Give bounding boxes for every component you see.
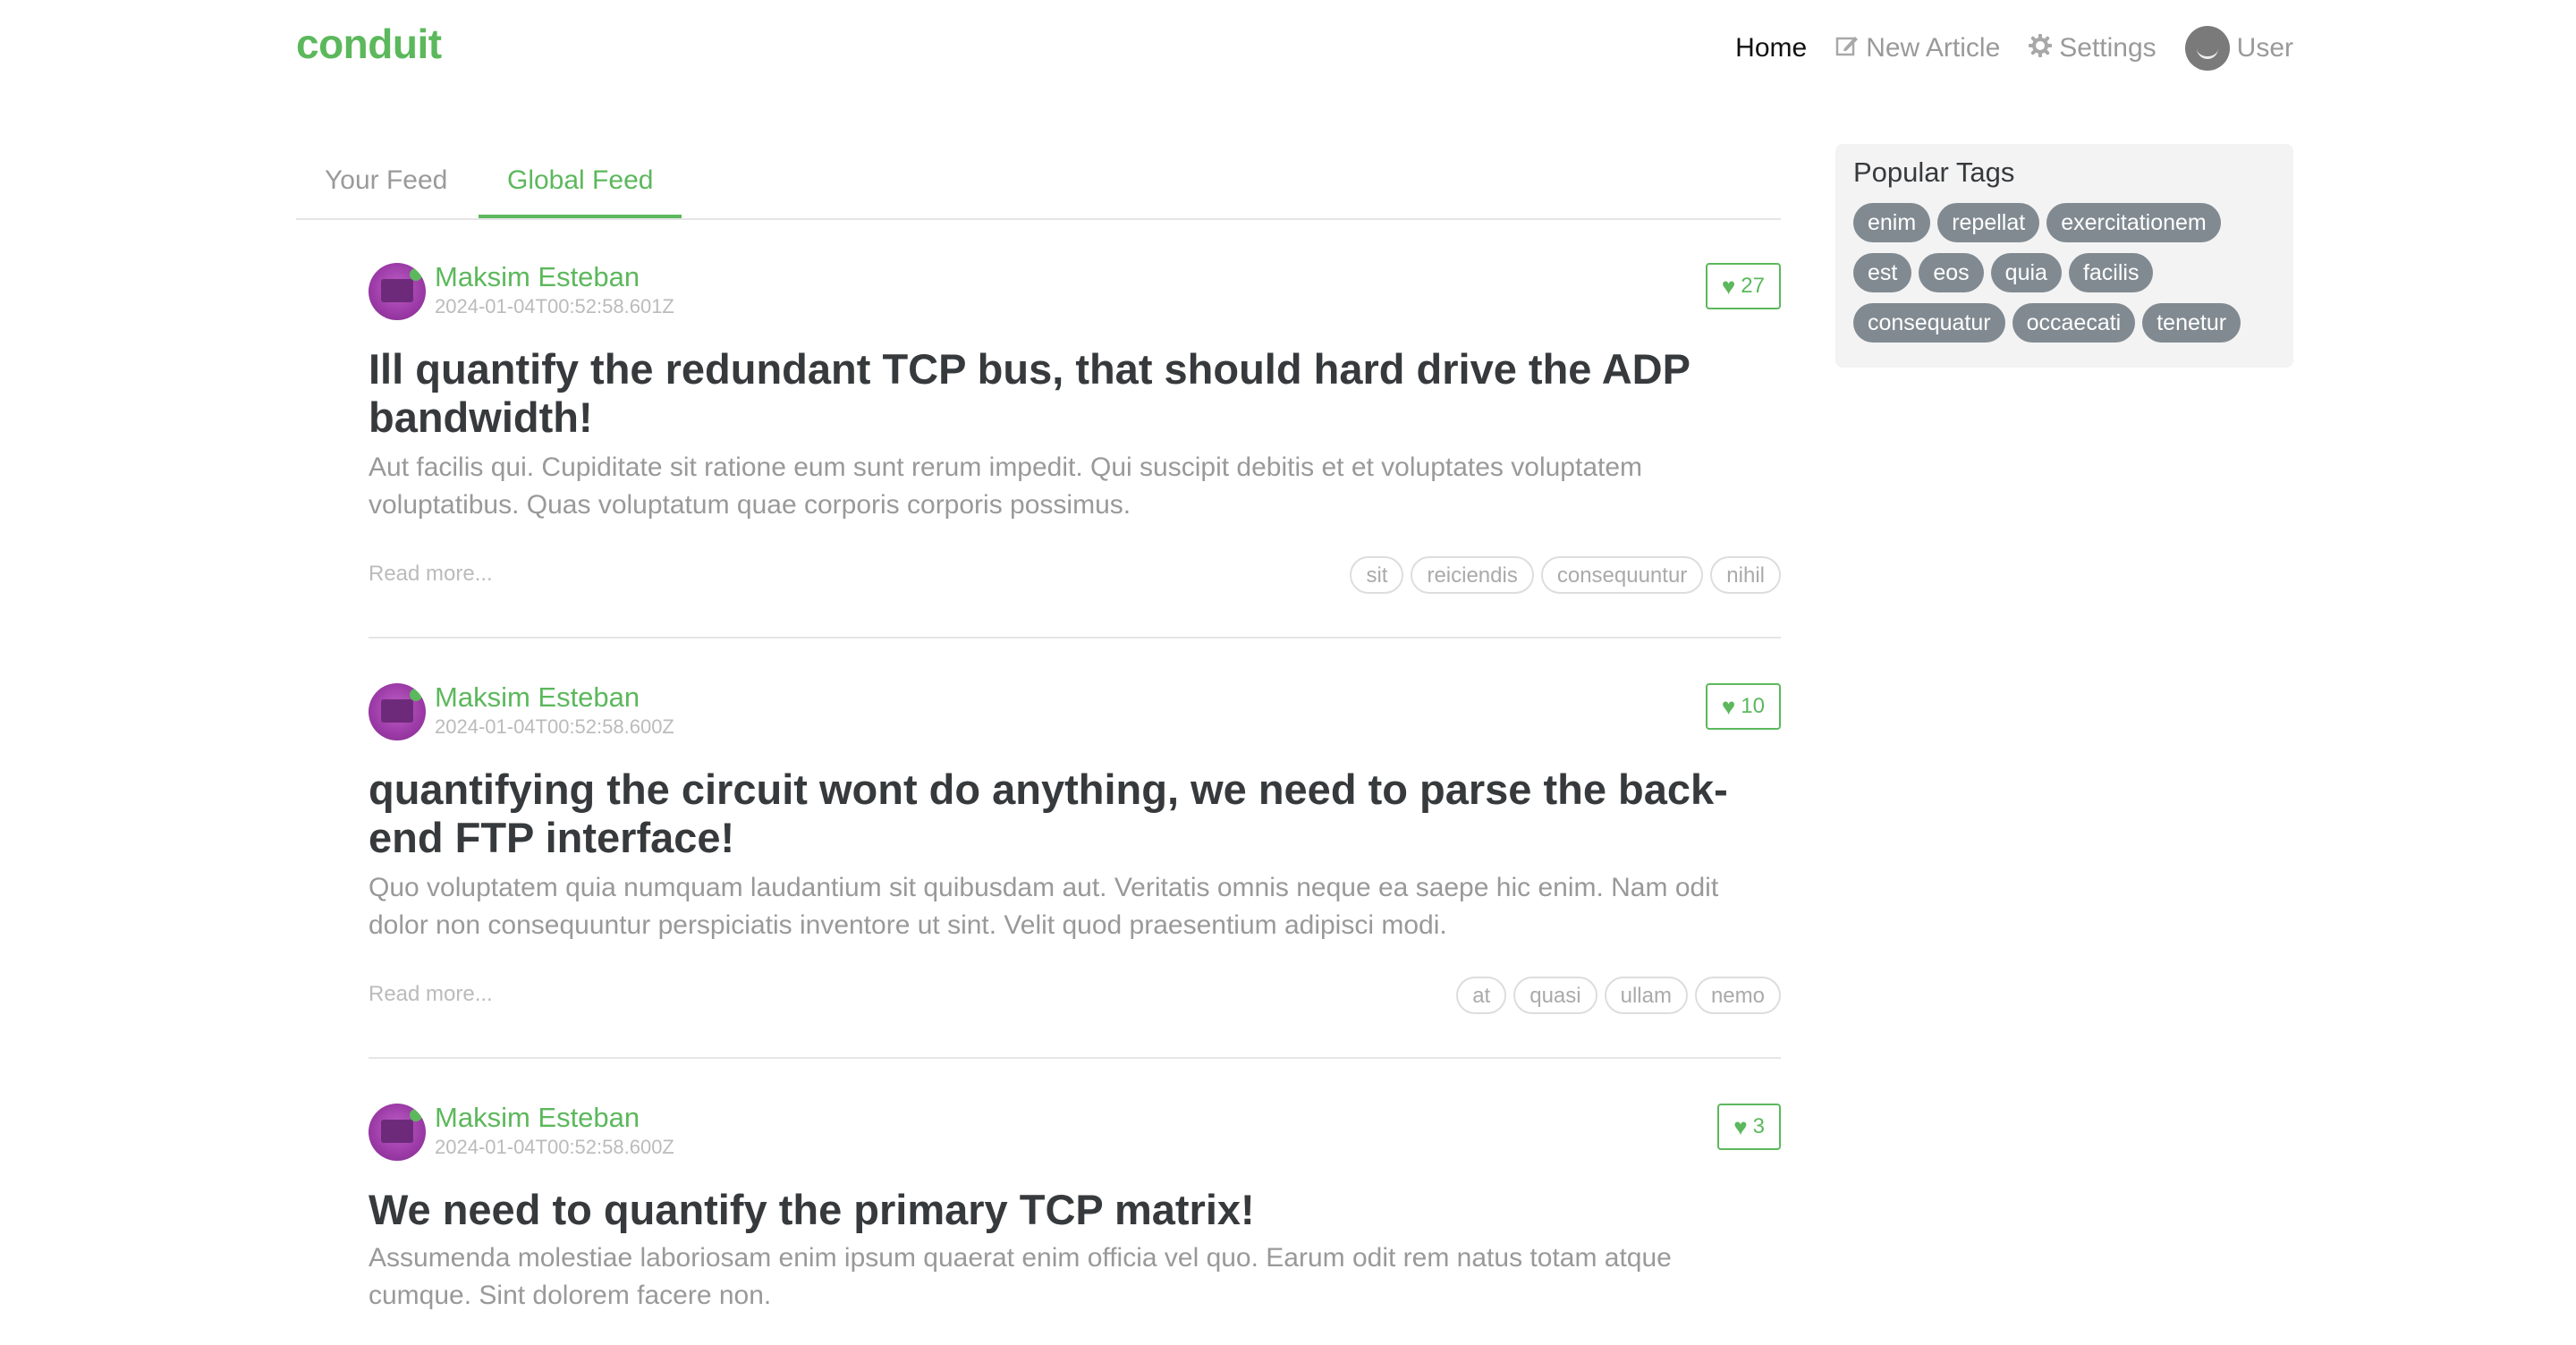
popular-tag[interactable]: consequatur	[1853, 303, 2005, 343]
favorite-count: 27	[1741, 274, 1765, 298]
navbar: conduit Home New Article Settings User	[0, 0, 2576, 97]
nav-new-article-label: New Article	[1866, 33, 2001, 63]
read-more-link[interactable]: Read more...	[369, 982, 493, 1007]
nav-settings[interactable]: Settings	[2028, 33, 2157, 63]
nav-home-label: Home	[1735, 33, 1808, 63]
article-tag-list: at quasi ullam nemo	[1456, 977, 1781, 1014]
author-avatar[interactable]	[369, 263, 426, 320]
nav-user-label: User	[2236, 33, 2293, 63]
nav-user[interactable]: User	[2184, 26, 2293, 71]
article-tag-list: sit reiciendis consequuntur nihil	[1350, 556, 1781, 594]
divider	[369, 637, 1781, 639]
article-title[interactable]: quantifying the circuit wont do anything…	[369, 766, 1781, 862]
author-name[interactable]: Maksim Esteban	[435, 1102, 640, 1134]
article-tag[interactable]: nihil	[1710, 556, 1781, 594]
author-name[interactable]: Maksim Esteban	[435, 261, 640, 293]
popular-tag[interactable]: est	[1853, 253, 1912, 292]
article-tag[interactable]: reiciendis	[1411, 556, 1534, 594]
article-title[interactable]: We need to quantify the primary TCP matr…	[369, 1186, 1781, 1234]
article-tag[interactable]: quasi	[1513, 977, 1597, 1014]
article-tag[interactable]: sit	[1350, 556, 1404, 594]
favorite-button[interactable]: ♥ 3	[1717, 1104, 1781, 1150]
popular-tag[interactable]: repellat	[1937, 203, 2040, 242]
nav-new-article[interactable]: New Article	[1835, 33, 2000, 63]
edit-icon	[1835, 34, 1859, 63]
popular-tag[interactable]: quia	[1990, 253, 2062, 292]
popular-tags-sidebar: Popular Tags enim repellat exercitatione…	[1835, 144, 2293, 368]
article-description: Aut facilis qui. Cupiditate sit ratione …	[369, 453, 1643, 520]
article-tag[interactable]: nemo	[1694, 977, 1781, 1014]
favorite-button[interactable]: ♥ 27	[1705, 263, 1781, 309]
sidebar-title: Popular Tags	[1853, 156, 2015, 188]
tag-list: enim repellat exercitationem est eos qui…	[1853, 203, 2275, 343]
popular-tag[interactable]: facilis	[2068, 253, 2154, 292]
author-avatar[interactable]	[369, 1104, 426, 1161]
favorite-count: 3	[1752, 1114, 1765, 1138]
article-tag[interactable]: at	[1456, 977, 1507, 1014]
popular-tag[interactable]: tenetur	[2142, 303, 2241, 343]
article-tag[interactable]: ullam	[1604, 977, 1688, 1014]
heart-icon: ♥	[1733, 1112, 1748, 1140]
popular-tag[interactable]: eos	[1919, 253, 1984, 292]
author-name[interactable]: Maksim Esteban	[435, 681, 640, 714]
article-date: 2024-01-04T00:52:58.600Z	[435, 715, 674, 738]
article-description: Quo voluptatem quia numquam laudantium s…	[369, 873, 1719, 940]
avatar	[2184, 26, 2230, 71]
tab-your-feed[interactable]: Your Feed	[296, 145, 476, 216]
favorite-button[interactable]: ♥ 10	[1705, 683, 1781, 730]
nav-home[interactable]: Home	[1735, 33, 1807, 63]
heart-icon: ♥	[1721, 272, 1736, 300]
favorite-count: 10	[1741, 694, 1765, 718]
article-title[interactable]: Ill quantify the redundant TCP bus, that…	[369, 345, 1781, 442]
article-date: 2024-01-04T00:52:58.601Z	[435, 295, 674, 317]
popular-tag[interactable]: occaecati	[2012, 303, 2136, 343]
author-avatar[interactable]	[369, 683, 426, 740]
popular-tag[interactable]: enim	[1853, 203, 1931, 242]
brand-logo[interactable]: conduit	[296, 20, 442, 68]
nav-links: Home New Article Settings User	[1735, 0, 2293, 97]
nav-settings-label: Settings	[2059, 33, 2157, 63]
divider	[369, 1057, 1781, 1059]
article-tag[interactable]: consequuntur	[1540, 556, 1704, 594]
popular-tag[interactable]: exercitationem	[2046, 203, 2221, 242]
feed-toggle: Your Feed Global Feed	[296, 145, 1781, 220]
article-date: 2024-01-04T00:52:58.600Z	[435, 1136, 674, 1158]
article-description: Assumenda molestiae laboriosam enim ipsu…	[369, 1243, 1672, 1310]
gear-icon	[2028, 33, 2053, 63]
heart-icon: ♥	[1721, 692, 1736, 720]
tab-global-feed[interactable]: Global Feed	[479, 145, 682, 218]
read-more-link[interactable]: Read more...	[369, 562, 493, 587]
